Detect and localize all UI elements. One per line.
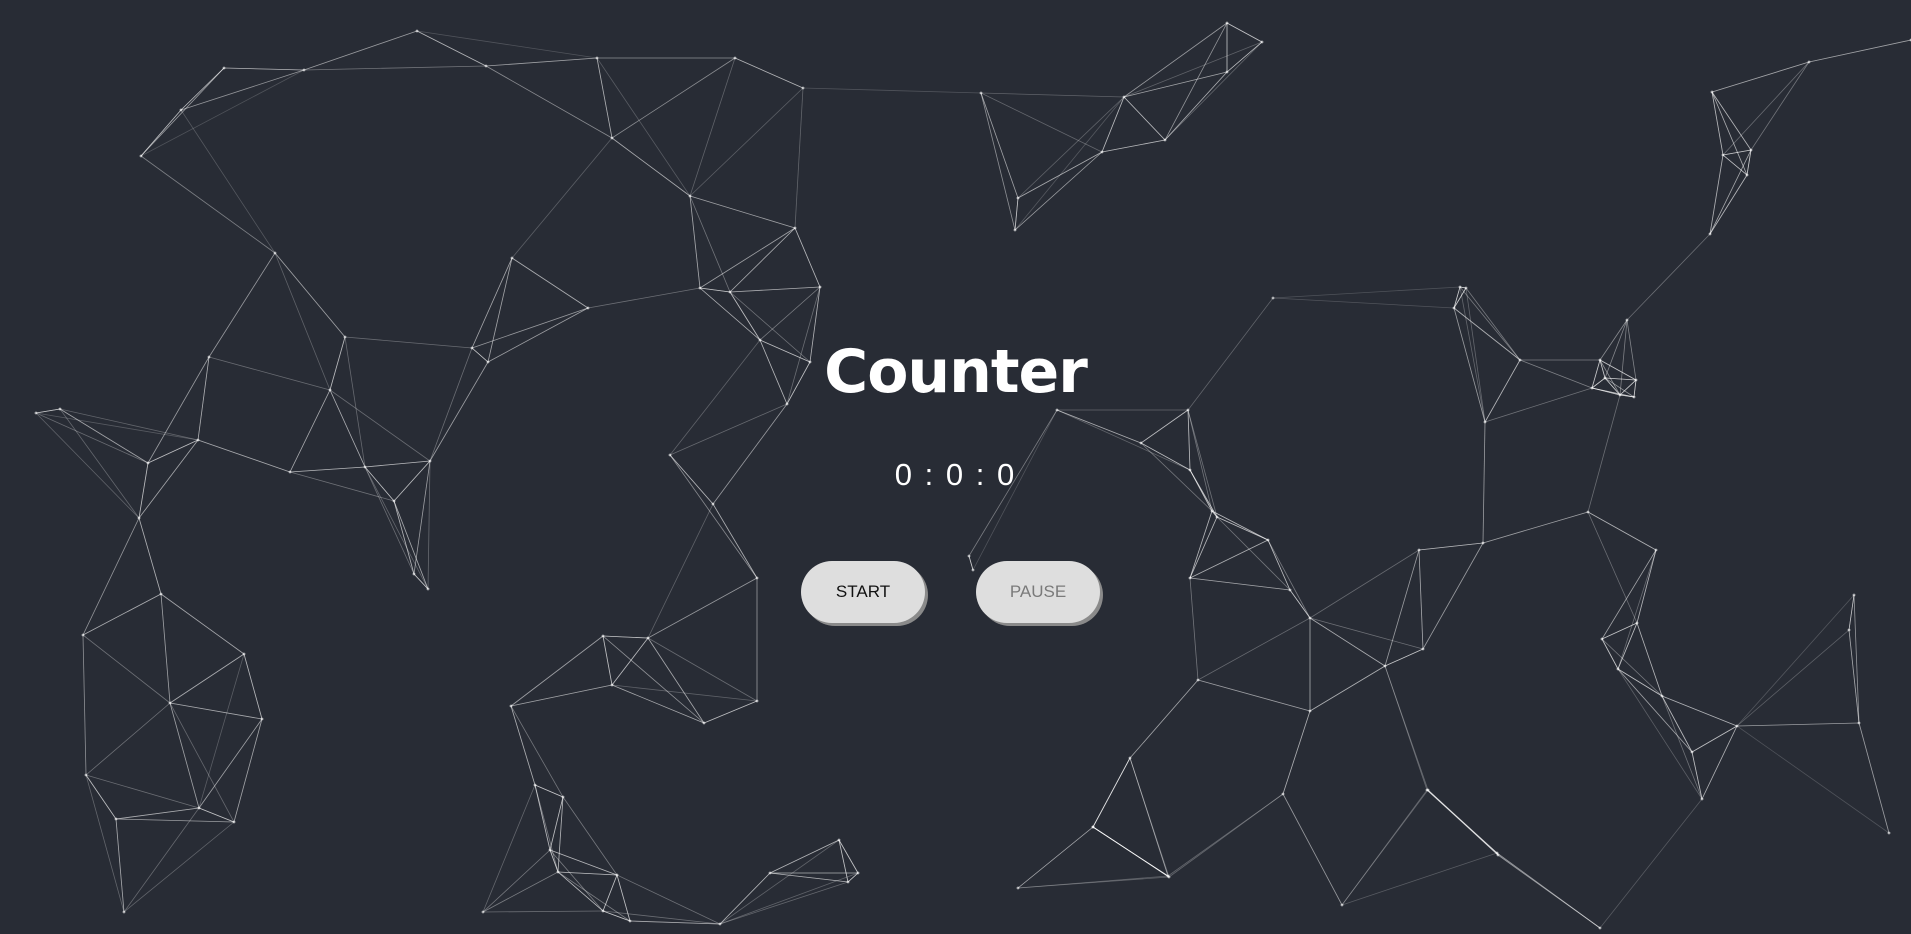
counter-panel: Counter 0 : 0 : 0 START PAUSE <box>0 0 1911 934</box>
page-title: Counter <box>824 337 1088 407</box>
pause-button[interactable]: PAUSE <box>976 561 1100 623</box>
start-button[interactable]: START <box>801 561 925 623</box>
timer-display: 0 : 0 : 0 <box>894 457 1017 492</box>
